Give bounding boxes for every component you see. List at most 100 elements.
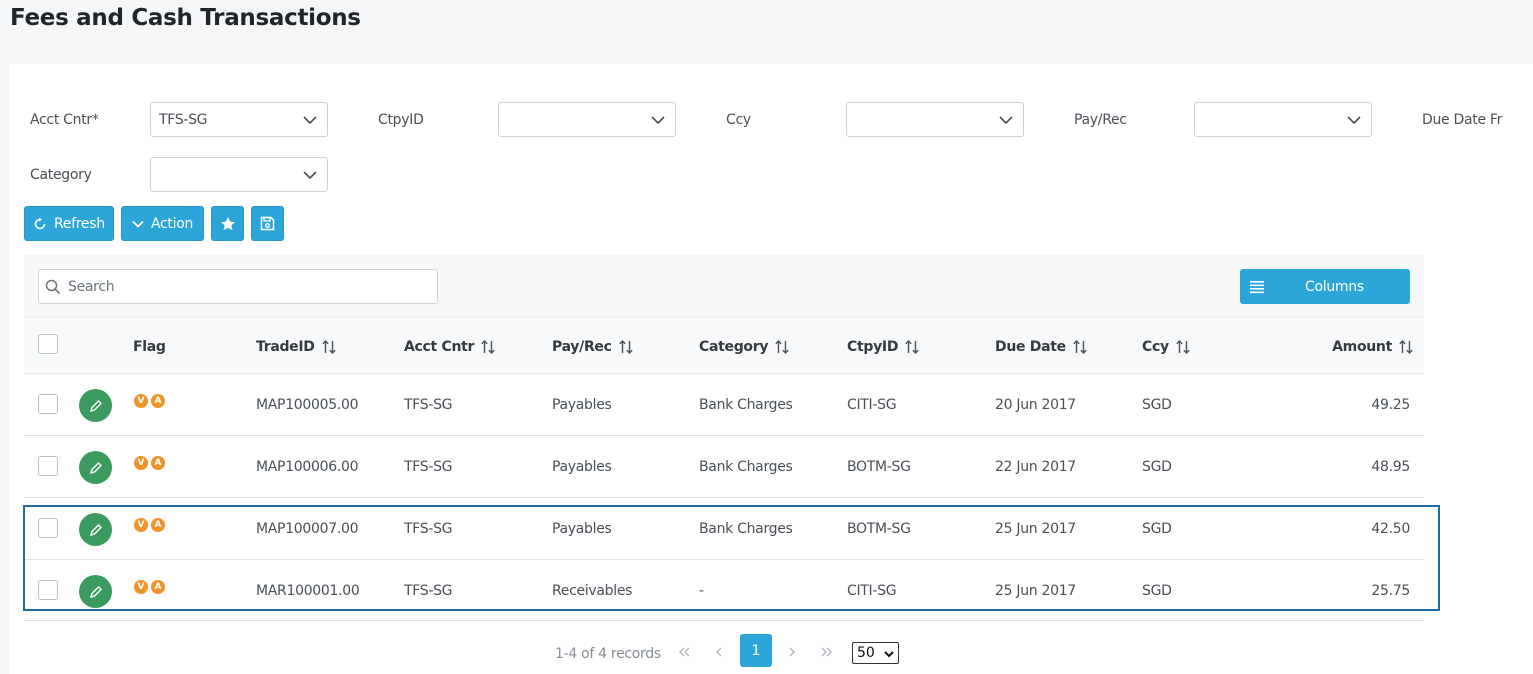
cell-category: Bank Charges: [699, 521, 793, 537]
acct-cntr-dropdown[interactable]: TFS-SG: [150, 102, 328, 137]
flag-badge: A: [151, 518, 165, 532]
refresh-label: Refresh: [54, 215, 105, 232]
ctpyid-dropdown[interactable]: [498, 102, 676, 137]
header-ccy[interactable]: Ccy: [1142, 339, 1191, 355]
row-checkbox[interactable]: [38, 456, 58, 476]
category-dropdown[interactable]: [150, 157, 328, 192]
header-flag: Flag: [133, 339, 166, 355]
select-all-checkbox[interactable]: [38, 334, 58, 354]
table-row[interactable]: V A MAP100005.00 TFS-SG Payables Bank Ch…: [24, 374, 1424, 436]
header-category[interactable]: Category: [699, 339, 790, 355]
header-pay-rec[interactable]: Pay/Rec: [552, 339, 634, 355]
cell-tradeid: MAP100006.00: [256, 459, 359, 475]
header-amount[interactable]: Amount: [1332, 339, 1414, 355]
refresh-button[interactable]: Refresh: [24, 206, 114, 241]
page-title: Fees and Cash Transactions: [10, 5, 361, 31]
cell-ccy: SGD: [1142, 583, 1172, 599]
page-size-value: 50: [857, 645, 875, 661]
cell-acct-cntr: TFS-SG: [404, 521, 453, 537]
cell-amount: 25.75: [1371, 583, 1410, 599]
table-row[interactable]: V A MAR100001.00 TFS-SG Receivables - CI…: [24, 560, 1424, 622]
cell-ccy: SGD: [1142, 521, 1172, 537]
cell-ccy: SGD: [1142, 459, 1172, 475]
cell-ctpyid: CITI-SG: [847, 397, 897, 413]
cell-pay-rec: Payables: [552, 459, 612, 475]
chevron-down-icon: [303, 116, 317, 125]
sort-icon: [1399, 339, 1413, 355]
cell-category: Bank Charges: [699, 459, 793, 475]
pencil-icon: [89, 399, 102, 412]
refresh-icon: [34, 217, 46, 229]
pay-rec-dropdown[interactable]: [1194, 102, 1372, 137]
action-button[interactable]: Action: [121, 206, 204, 241]
header-due-date[interactable]: Due Date: [995, 339, 1088, 355]
pencil-icon: [89, 461, 102, 474]
last-page-icon[interactable]: [819, 644, 835, 660]
first-page-icon[interactable]: [676, 644, 692, 660]
cell-due-date: 25 Jun 2017: [995, 583, 1076, 599]
cell-ccy: SGD: [1142, 397, 1172, 413]
cell-tradeid: MAP100007.00: [256, 521, 359, 537]
cell-tradeid: MAP100005.00: [256, 397, 359, 413]
sort-icon: [1073, 339, 1087, 355]
header-ctpyid[interactable]: CtpyID: [847, 339, 920, 355]
header-tradeid[interactable]: TradeID: [256, 339, 337, 355]
favorite-button[interactable]: [211, 206, 244, 241]
cell-due-date: 25 Jun 2017: [995, 521, 1076, 537]
chevron-down-icon: [651, 116, 665, 125]
flag-badge: A: [151, 394, 165, 408]
cell-acct-cntr: TFS-SG: [404, 397, 453, 413]
cell-ctpyid: BOTM-SG: [847, 459, 911, 475]
edit-button[interactable]: [79, 389, 112, 422]
sort-icon: [321, 339, 336, 355]
pagination: 1-4 of 4 records 1 50: [0, 634, 1533, 668]
row-checkbox[interactable]: [38, 518, 58, 538]
prev-page-icon[interactable]: [711, 644, 727, 660]
chevron-down-icon: [999, 116, 1013, 125]
cell-tradeid: MAR100001.00: [256, 583, 360, 599]
cell-due-date: 22 Jun 2017: [995, 459, 1076, 475]
cell-amount: 49.25: [1371, 397, 1410, 413]
list-icon: [1250, 280, 1264, 293]
page-size-select[interactable]: 50: [852, 642, 899, 664]
search-input[interactable]: Search: [38, 269, 438, 304]
columns-button[interactable]: Columns: [1240, 269, 1410, 304]
due-date-fr-label: Due Date Fr: [1422, 112, 1503, 128]
search-icon: [45, 279, 61, 294]
chevron-down-icon: [132, 220, 144, 228]
cell-ctpyid: CITI-SG: [847, 583, 897, 599]
row-flags: V A: [134, 456, 165, 470]
sort-icon: [618, 339, 633, 355]
columns-label: Columns: [1305, 278, 1364, 295]
table-row[interactable]: V A MAP100007.00 TFS-SG Payables Bank Ch…: [24, 498, 1424, 560]
star-icon: [220, 216, 235, 230]
row-checkbox[interactable]: [38, 394, 58, 414]
ctpyid-label: CtpyID: [378, 112, 424, 128]
edit-button[interactable]: [79, 513, 112, 546]
cell-due-date: 20 Jun 2017: [995, 397, 1076, 413]
page-1-button[interactable]: 1: [740, 634, 772, 667]
edit-button[interactable]: [79, 451, 112, 484]
row-checkbox[interactable]: [38, 580, 58, 600]
flag-badge: V: [134, 394, 148, 408]
next-page-icon[interactable]: [784, 644, 800, 660]
row-flags: V A: [134, 518, 165, 532]
table-row[interactable]: V A MAP100006.00 TFS-SG Payables Bank Ch…: [24, 436, 1424, 498]
edit-button[interactable]: [79, 575, 112, 608]
cell-amount: 42.50: [1371, 521, 1410, 537]
cell-category: -: [699, 583, 704, 599]
header-acct-cntr[interactable]: Acct Cntr: [404, 339, 496, 355]
ccy-dropdown[interactable]: [846, 102, 1024, 137]
cell-acct-cntr: TFS-SG: [404, 459, 453, 475]
cell-acct-cntr: TFS-SG: [404, 583, 453, 599]
save-button[interactable]: [251, 206, 284, 241]
flag-badge: V: [134, 518, 148, 532]
cell-pay-rec: Receivables: [552, 583, 633, 599]
sort-icon: [1176, 339, 1190, 355]
pay-rec-label: Pay/Rec: [1074, 112, 1127, 128]
cell-pay-rec: Payables: [552, 397, 612, 413]
sort-icon: [775, 339, 789, 355]
acct-cntr-label: Acct Cntr*: [30, 112, 99, 128]
chevron-down-icon: [1347, 116, 1361, 125]
chevron-down-icon: [884, 651, 894, 658]
